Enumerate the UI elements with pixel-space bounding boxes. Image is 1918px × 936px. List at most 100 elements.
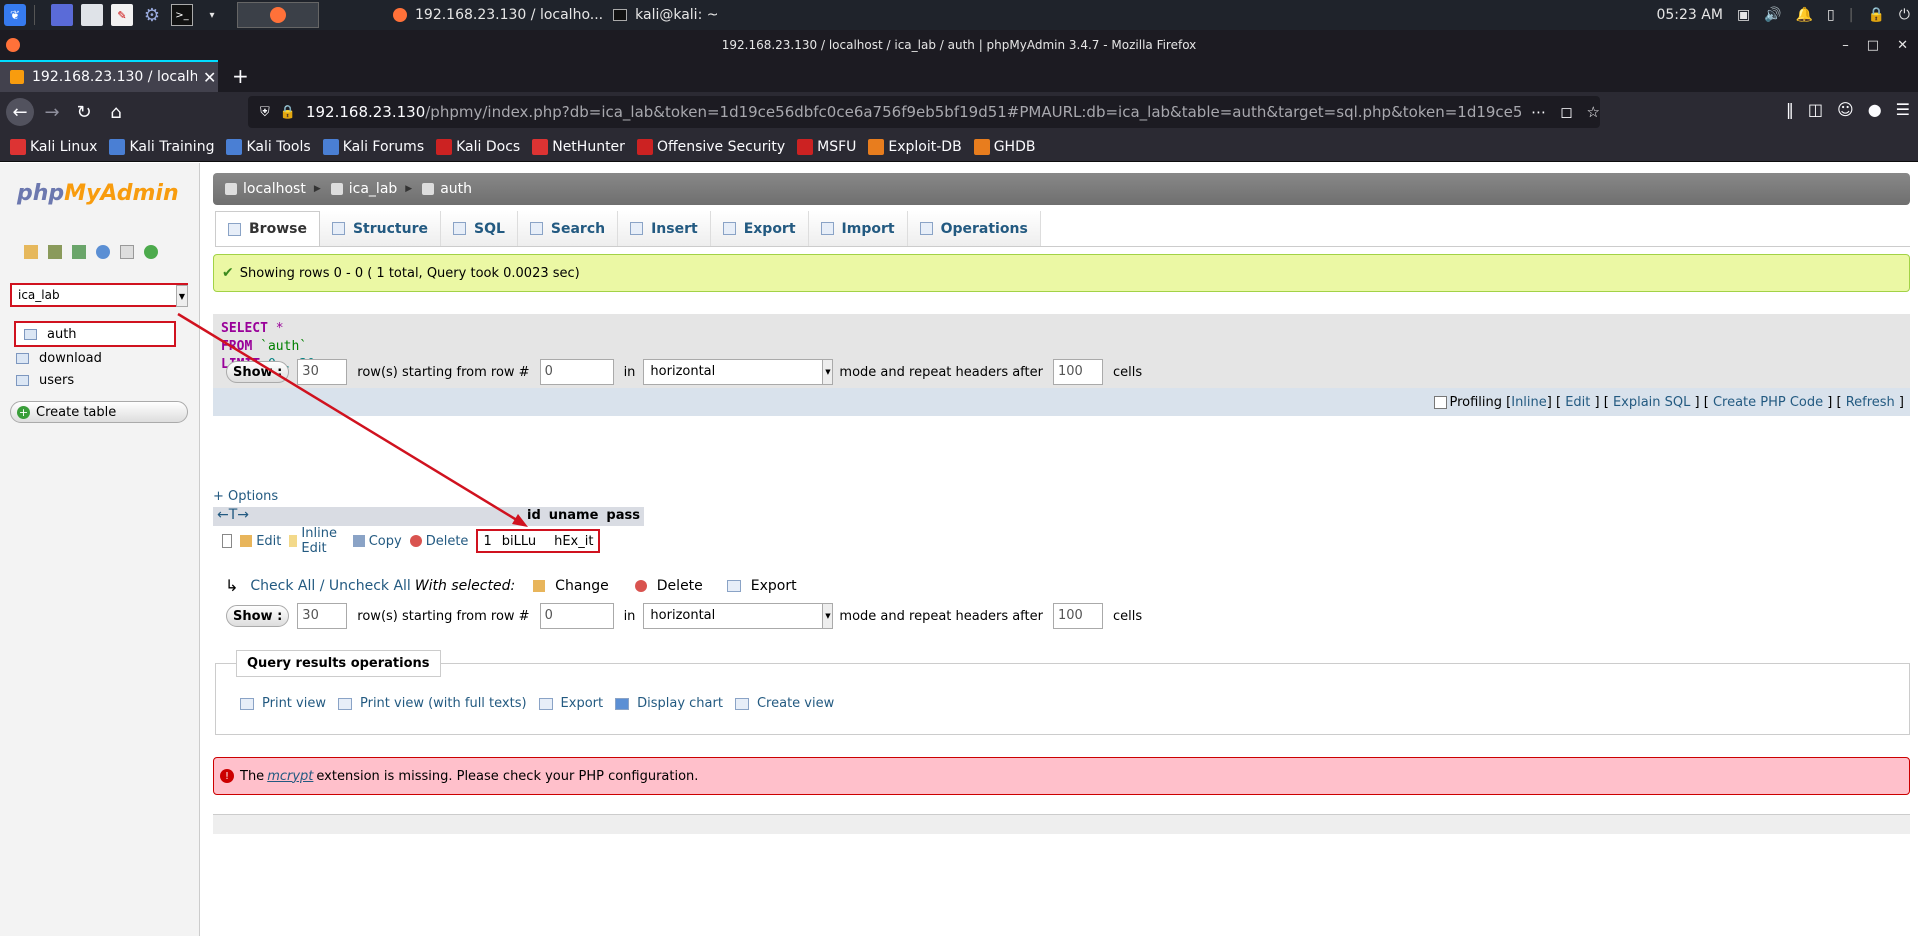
repeat-headers-input[interactable]: 100 [1052,359,1103,385]
rows-input[interactable]: 30 [297,359,348,385]
edit-sql-link[interactable]: Edit [1565,395,1590,410]
table-item-download[interactable]: download [14,347,184,369]
mode-select[interactable]: horizontal ▼ [643,359,834,385]
table-item-users[interactable]: users [14,369,184,391]
back-icon[interactable]: ← [6,98,34,126]
row-delete-link[interactable]: Delete [409,534,468,549]
pocket-icon[interactable]: ◻ [1560,103,1572,121]
maximize-icon[interactable]: □ [1867,38,1879,53]
column-arrows[interactable]: ←T→ [213,507,523,526]
help-icon[interactable] [96,245,110,259]
options-link[interactable]: + Options [213,489,278,504]
extension-icon[interactable]: ● [1868,100,1882,119]
kali-menu-icon[interactable]: ❦ [4,4,26,26]
column-header-uname[interactable]: uname [544,507,603,526]
row-copy-link[interactable]: Copy [352,534,402,549]
phpmyadmin-logo[interactable]: phpMyAdmin [17,181,179,206]
rows-input[interactable]: 30 [297,603,348,629]
menu-icon[interactable]: ☰ [1896,100,1910,119]
database-select[interactable]: ica_lab [10,283,188,307]
dropdown-icon[interactable]: ▾ [201,4,223,26]
breadcrumb-server[interactable]: localhost ▶ [225,181,331,197]
repeat-headers-input[interactable]: 100 [1052,603,1103,629]
firefox-launcher-icon[interactable] [237,2,319,28]
url-bar[interactable]: ⛨ 🔒 192.168.23.130/phpmy/index.php?db=ic… [248,96,1600,128]
export-link[interactable]: Export [538,696,603,711]
show-button[interactable]: Show : [226,605,290,627]
create-view-link[interactable]: Create view [734,696,834,711]
taskbar-firefox-window[interactable]: 192.168.23.130 / localho... [393,7,603,23]
query-window-icon[interactable] [48,245,62,259]
file-manager-icon[interactable] [81,4,103,26]
shield-icon[interactable]: ⛨ [260,105,270,120]
battery-icon[interactable]: ▯ [1827,7,1835,23]
insecure-lock-icon[interactable]: 🔒 [280,105,296,120]
bookmark-item[interactable]: MSFU [797,138,856,155]
display-icon[interactable]: ▣ [1737,7,1750,23]
bookmark-item[interactable]: NetHunter [532,138,625,155]
volume-icon[interactable]: 🔊 [1764,7,1781,23]
tab-import[interactable]: Import [808,211,908,246]
check-all-link[interactable]: Check All / Uncheck All [250,578,410,594]
explain-sql-link[interactable]: Explain SQL [1613,395,1690,410]
tab-sql[interactable]: SQL [440,211,518,246]
chevron-down-icon[interactable]: ▼ [176,285,188,307]
bookmark-item[interactable]: Offensive Security [636,138,785,155]
desktop-icon[interactable] [51,4,73,26]
print-view-full-link[interactable]: Print view (with full texts) [337,696,527,711]
docs-icon[interactable] [120,245,134,259]
forward-icon[interactable]: → [38,98,66,126]
taskbar-terminal-window[interactable]: kali@kali: ~ [613,7,718,23]
bookmark-item[interactable]: Kali Tools [226,138,311,155]
clock[interactable]: 05:23 AM [1656,7,1722,23]
bookmark-item[interactable]: Kali Training [109,138,214,155]
home-nav-icon[interactable] [24,245,38,259]
text-editor-icon[interactable]: ✎ [111,4,133,26]
bookmark-item[interactable]: GHDB [973,138,1035,155]
close-window-icon[interactable]: ✕ [1897,38,1908,53]
tab-browse[interactable]: Browse [215,211,320,246]
mcrypt-link[interactable]: mcrypt [267,769,313,784]
start-row-input[interactable]: 0 [539,603,614,629]
tab-search[interactable]: Search [517,211,619,246]
table-item-auth[interactable]: auth [14,321,176,347]
home-icon[interactable]: ⌂ [102,98,130,126]
browser-icon[interactable]: ⚙ [141,4,163,26]
create-table-button[interactable]: + Create table [10,401,188,423]
print-view-link[interactable]: Print view [240,696,326,711]
tab-operations[interactable]: Operations [907,211,1041,246]
export-button[interactable]: Export [726,578,797,594]
bookmark-item[interactable]: Exploit-DB [868,138,962,155]
change-button[interactable]: Change [533,578,609,594]
breadcrumb-database[interactable]: ica_lab ▶ [330,181,422,197]
tab-insert[interactable]: Insert [618,211,711,246]
row-edit-link[interactable]: Edit [240,534,281,549]
column-header-id[interactable]: id [523,507,545,526]
delete-button[interactable]: Delete [634,578,703,594]
create-php-code-link[interactable]: Create PHP Code [1713,395,1823,410]
sidebar-icon[interactable]: ◫ [1808,100,1823,119]
breadcrumb-table[interactable]: auth [422,181,472,197]
bookmark-item[interactable]: Kali Docs [436,138,520,155]
tab-close-icon[interactable]: ✕ [203,68,216,87]
page-actions-icon[interactable]: ⋯ [1531,103,1546,121]
browser-tab[interactable]: 192.168.23.130 / localhost / ica_lab / a… [0,60,218,92]
tab-export[interactable]: Export [710,211,809,246]
display-chart-link[interactable]: Display chart [615,696,723,711]
row-inline-edit-link[interactable]: Inline Edit [289,526,344,556]
account-icon[interactable]: ☺ [1837,100,1854,119]
mode-select[interactable]: horizontal ▼ [643,603,834,629]
power-icon[interactable]: ⏻ [1899,7,1910,23]
row-checkbox[interactable] [222,534,233,548]
reload-icon[interactable]: ↻ [70,98,98,126]
refresh-link[interactable]: Refresh [1846,395,1895,410]
bookmark-star-icon[interactable]: ☆ [1587,103,1600,121]
inline-link[interactable]: Inline [1511,395,1547,410]
start-row-input[interactable]: 0 [539,359,614,385]
tab-structure[interactable]: Structure [319,211,441,246]
column-header-pass[interactable]: pass [602,507,644,526]
minimize-icon[interactable]: – [1842,38,1849,53]
reload-nav-icon[interactable] [144,245,158,259]
lock-icon[interactable]: 🔒 [1867,7,1884,23]
terminal-icon[interactable]: >_ [171,4,193,26]
